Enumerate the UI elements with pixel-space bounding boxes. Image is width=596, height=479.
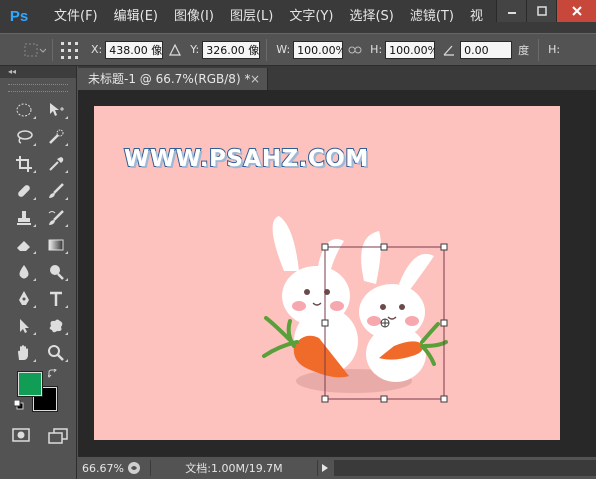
reference-point-icon[interactable] [59,40,81,60]
menu-edit[interactable]: 编辑(E) [106,0,166,33]
h-label: H: [370,43,383,56]
options-separator [266,38,268,61]
height-field[interactable]: 100.00% [385,40,436,59]
document-tab[interactable]: 未标题-1 @ 66.7%(RGB/8) * × [78,68,268,90]
menu-view[interactable]: 视 [462,0,491,33]
healing-brush-icon[interactable] [8,177,40,204]
tool-grid [8,96,76,366]
horizontal-scrollbar[interactable] [334,460,596,476]
h-skew-label: H: [548,43,561,56]
menu-bar: Ps 文件(F) 编辑(E) 图像(I) 图层(L) 文字(Y) 选择(S) 滤… [0,0,596,33]
gradient-icon[interactable] [40,231,72,258]
y-label: Y: [190,43,200,56]
crop-icon[interactable] [8,150,40,177]
vertical-scroll-area[interactable] [578,90,596,456]
eraser-icon[interactable] [8,231,40,258]
zoom-icon[interactable] [40,339,72,366]
menu-filter[interactable]: 滤镜(T) [402,0,462,33]
custom-shape-icon[interactable] [40,312,72,339]
y-position-field[interactable]: 326.00 像素 [202,40,261,59]
move-icon[interactable] [40,96,72,123]
maximize-icon[interactable] [526,0,556,22]
brush-icon[interactable] [40,177,72,204]
bunny-artwork[interactable] [94,106,560,440]
x-label: X: [91,43,103,56]
options-separator [538,38,540,61]
mode-tools [12,428,76,447]
x-position-field[interactable]: 438.00 像素 [105,40,164,59]
panel-grip[interactable] [8,84,68,92]
app-logo: Ps [9,8,29,25]
document-tab-title: 未标题-1 @ 66.7%(RGB/8) * [88,72,251,86]
menu-file[interactable]: 文件(F) [46,0,106,33]
delta-icon[interactable] [169,43,182,56]
screen-mode-icon[interactable] [48,428,68,447]
path-select-icon[interactable] [8,312,40,339]
history-brush-icon[interactable] [40,204,72,231]
w-label: W: [276,43,291,56]
lasso-icon[interactable] [8,123,40,150]
default-colors-icon[interactable] [13,399,24,413]
document-area: 未标题-1 @ 66.7%(RGB/8) * × WWW.PSAHZ.COM 6… [78,66,596,479]
panel-collapse-button[interactable]: ◂◂ [0,66,76,78]
clone-stamp-icon[interactable] [8,204,40,231]
hand-icon[interactable] [8,339,40,366]
canvas[interactable]: WWW.PSAHZ.COM [94,106,560,440]
options-separator [52,38,53,61]
canvas-viewport[interactable]: WWW.PSAHZ.COM [78,90,596,456]
angle-field[interactable]: 0.00 [460,40,513,59]
document-tab-bar: 未标题-1 @ 66.7%(RGB/8) * × [78,66,596,90]
window-controls [496,0,596,22]
marquee-icon[interactable] [8,96,40,123]
link-icon[interactable] [348,45,362,55]
transform-tool-icon[interactable] [22,41,46,59]
options-bar: X: 438.00 像素 Y: 326.00 像素 W: 100.00% H: … [0,33,596,66]
tools-panel: ◂◂ [0,66,77,479]
proof-icon[interactable] [126,460,142,476]
minimize-icon[interactable] [496,0,526,22]
quick-select-icon[interactable] [40,123,72,150]
foreground-color-swatch[interactable] [17,371,43,397]
eyedropper-icon[interactable] [40,150,72,177]
type-icon[interactable] [40,285,72,312]
blur-icon[interactable] [8,258,40,285]
tab-close-icon[interactable]: × [250,68,260,90]
document-size-info: 文档:1.00M/19.7M [150,460,318,476]
play-arrow-icon[interactable] [318,463,332,473]
swap-colors-icon[interactable] [47,368,58,382]
width-field[interactable]: 100.00% [293,40,344,59]
status-bar: 66.67% 文档:1.00M/19.7M [78,456,596,479]
zoom-level-field[interactable]: 66.67% [78,462,126,475]
menu-image[interactable]: 图像(I) [166,0,222,33]
color-swatches [10,366,76,426]
menu-type[interactable]: 文字(Y) [281,0,341,33]
close-icon[interactable] [556,0,596,22]
pen-icon[interactable] [8,285,40,312]
angle-icon [443,44,455,56]
menu-layer[interactable]: 图层(L) [222,0,281,33]
dodge-icon[interactable] [40,258,72,285]
angle-unit: 度 [518,43,530,57]
quick-mask-icon[interactable] [12,428,30,447]
menu-select[interactable]: 选择(S) [341,0,401,33]
